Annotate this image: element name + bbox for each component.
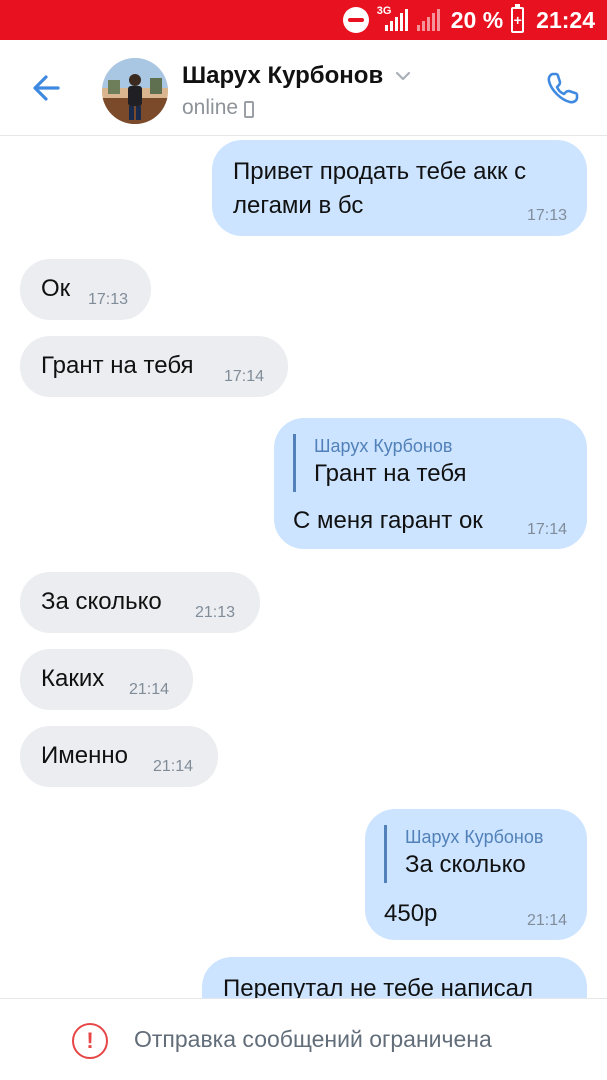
restriction-bar: ! Отправка сообщений ограничена (0, 998, 607, 1080)
message-text: 450р (384, 900, 438, 927)
do-not-disturb-icon (342, 7, 369, 33)
message-incoming[interactable]: За сколько 21:13 (20, 572, 260, 633)
back-arrow-icon (33, 75, 60, 101)
contact-status: online (182, 96, 239, 119)
signal-3g-icon: 3G (377, 5, 408, 33)
status-time: 21:24 (536, 6, 595, 33)
mobile-phone-icon (244, 100, 255, 118)
battery-percent: 20 % (450, 6, 504, 33)
message-text: За сколько (41, 588, 162, 615)
message-text: Ок (41, 275, 71, 302)
message-time: 21:14 (153, 758, 194, 775)
chevron-down-icon (396, 71, 411, 81)
message-time: 21:14 (526, 912, 567, 929)
message-incoming[interactable]: Грант на тебя 17:14 (20, 336, 288, 397)
message-text-line: легами в бс (233, 192, 364, 219)
message-outgoing-reply[interactable]: Шарух Курбонов За сколько 450р 21:14 (365, 809, 587, 940)
message-incoming[interactable]: Каких 21:14 (20, 649, 193, 710)
contact-name-row[interactable]: Шарух Курбонов (182, 62, 413, 90)
avatar-photo (102, 58, 168, 124)
chat-header: Шарух Курбонов online (0, 40, 607, 136)
message-text-line: Привет продать тебе акк с (233, 158, 527, 185)
signal-icon (415, 7, 443, 33)
back-button[interactable] (24, 66, 68, 110)
battery-charging-icon (511, 4, 525, 33)
message-text: Каких (41, 665, 105, 692)
contact-name: Шарух Курбонов (182, 62, 384, 89)
phone-call-icon (547, 72, 579, 104)
reply-quote[interactable]: Шарух Курбонов Грант на тебя (293, 434, 467, 492)
message-text: Грант на тебя (41, 352, 194, 379)
reply-quote[interactable]: Шарух Курбонов За сколько (384, 825, 543, 883)
status-bar: 3G 20 % 21:24 (0, 0, 607, 40)
message-outgoing-reply[interactable]: Шарух Курбонов Грант на тебя С меня гара… (274, 418, 587, 549)
reply-author: Шарух Курбонов (314, 436, 453, 456)
message-text: С меня гарант ок (293, 507, 483, 534)
message-incoming[interactable]: Именно 21:14 (20, 726, 218, 787)
message-time: 17:13 (526, 207, 567, 224)
contact-status-row: online (182, 96, 255, 120)
message-time: 17:14 (224, 368, 265, 385)
call-button[interactable] (541, 66, 585, 110)
avatar[interactable] (102, 58, 168, 124)
reply-author: Шарух Курбонов (405, 827, 544, 847)
reply-text: Грант на тебя (314, 460, 467, 487)
message-outgoing[interactable]: Привет продать тебе акк с легами в бс 17… (212, 140, 587, 236)
message-time: 21:13 (195, 604, 236, 621)
message-time: 21:14 (129, 681, 170, 698)
restriction-notice: Отправка сообщений ограничена (134, 1026, 492, 1052)
exclamation-circle-icon: ! (72, 1023, 108, 1059)
reply-text: За сколько (405, 851, 526, 878)
message-text: Именно (41, 742, 128, 769)
message-incoming[interactable]: Ок 17:13 (20, 259, 151, 320)
message-time: 17:14 (526, 521, 567, 538)
message-time: 17:13 (88, 291, 129, 308)
